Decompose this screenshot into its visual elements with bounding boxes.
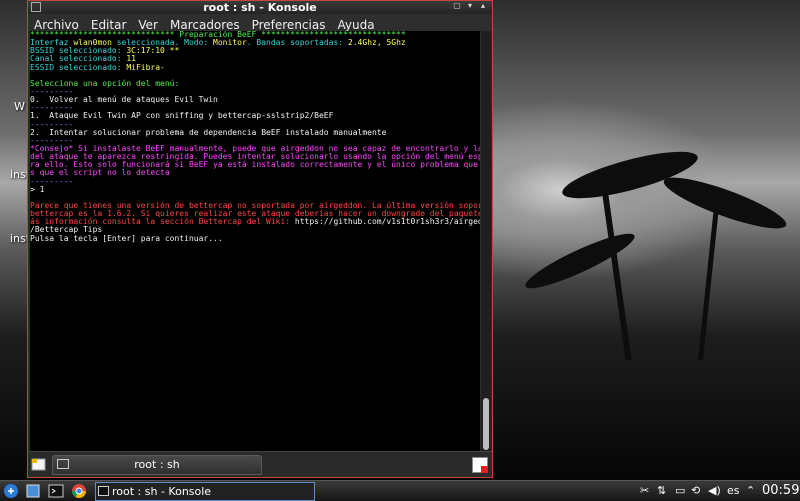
system-tray: ✂ ⇅ ▭ ⟲ ◀) es ⌃ 00:59 — [635, 481, 800, 501]
terminal-text: 2.4Ghz, 5Ghz — [347, 38, 406, 48]
terminal-line: s que el script no lo detecta — [30, 169, 480, 177]
terminal-text: 1. Ataque Evil Twin AP con sniffing y be… — [30, 111, 334, 121]
minimize-icon[interactable]: ▾ — [465, 2, 475, 12]
terminal-line: 1. Ataque Evil Twin AP con sniffing y be… — [30, 112, 480, 120]
terminal-line: Pulsa la tecla [Enter] para continuar... — [30, 233, 480, 243]
terminal-text: . Bandas soportadas: — [246, 38, 348, 48]
maximize-icon[interactable]: ▴ — [478, 2, 488, 12]
terminal-icon[interactable] — [48, 483, 64, 499]
scrollbar-thumb[interactable] — [483, 398, 489, 450]
window-title: root : sh - Konsole — [203, 1, 317, 14]
file-manager-icon[interactable] — [25, 483, 41, 499]
chevron-up-icon[interactable]: ⌃ — [746, 481, 755, 501]
terminal-text: Pulsa la tecla [Enter] para continuar... — [30, 233, 223, 243]
volume-icon[interactable]: ◀) — [708, 481, 721, 501]
close-tab-icon[interactable] — [472, 457, 488, 473]
terminal-text: Monitor — [213, 38, 247, 48]
terminal-line: --------- — [30, 177, 480, 186]
task-label: root : sh - Konsole — [112, 485, 212, 498]
terminal-line: ESSID seleccionado: MiFibra- — [30, 62, 480, 72]
sync-icon[interactable]: ⟲ — [691, 481, 700, 501]
terminal-scrollbar[interactable] — [481, 31, 491, 452]
window-titlebar[interactable]: root : sh - Konsole ▢ ▾ ▴ — [28, 1, 492, 14]
taskbar: root : sh - Konsole ✂ ⇅ ▭ ⟲ ◀) es ⌃ 00:5… — [0, 480, 800, 501]
terminal-text: MiFibra- — [126, 62, 165, 72]
tab-bar: root : sh — [28, 451, 492, 477]
terminal-output[interactable]: ****************************** Preparaci… — [30, 31, 480, 452]
scissors-icon[interactable]: ✂ — [640, 481, 649, 501]
terminal-line: 0. Volver al menú de ataques Evil Twin — [30, 96, 480, 104]
terminal-icon — [98, 486, 109, 496]
desktop-icon-label[interactable]: W — [14, 100, 25, 113]
keep-above-icon[interactable]: ▢ — [452, 2, 462, 12]
tab-label: root : sh — [134, 458, 180, 471]
clock[interactable]: 00:59 — [762, 481, 799, 501]
terminal-text: > 1 — [30, 184, 45, 194]
new-tab-icon[interactable] — [31, 456, 47, 472]
konsole-window: root : sh - Konsole ▢ ▾ ▴ Archivo Editar V… — [27, 0, 493, 478]
language-indicator[interactable]: es — [727, 481, 740, 501]
chrome-icon[interactable] — [71, 483, 87, 499]
display-icon[interactable]: ▭ — [675, 481, 685, 501]
menu-bar: Archivo Editar Ver Marcadores Preferencias Ay… — [28, 14, 492, 32]
terminal-text: 2. Intentar solucionar problema de depen… — [30, 127, 387, 137]
kde-menu-icon[interactable] — [3, 483, 19, 499]
terminal-text: https://github.com/v1s1t0r1sh3r3/airgedd… — [294, 217, 480, 227]
terminal-line: > 1 — [30, 184, 480, 194]
network-icon[interactable]: ⇅ — [657, 481, 666, 501]
task-konsole[interactable]: root : sh - Konsole — [95, 482, 315, 501]
terminal-line: Selecciona una opción del menú: — [30, 79, 480, 88]
terminal-text: ESSID seleccionado: — [30, 62, 127, 72]
terminal-line: 2. Intentar solucionar problema de depen… — [30, 127, 480, 137]
terminal-icon — [57, 459, 69, 469]
tab-root-sh[interactable]: root : sh — [52, 455, 262, 475]
